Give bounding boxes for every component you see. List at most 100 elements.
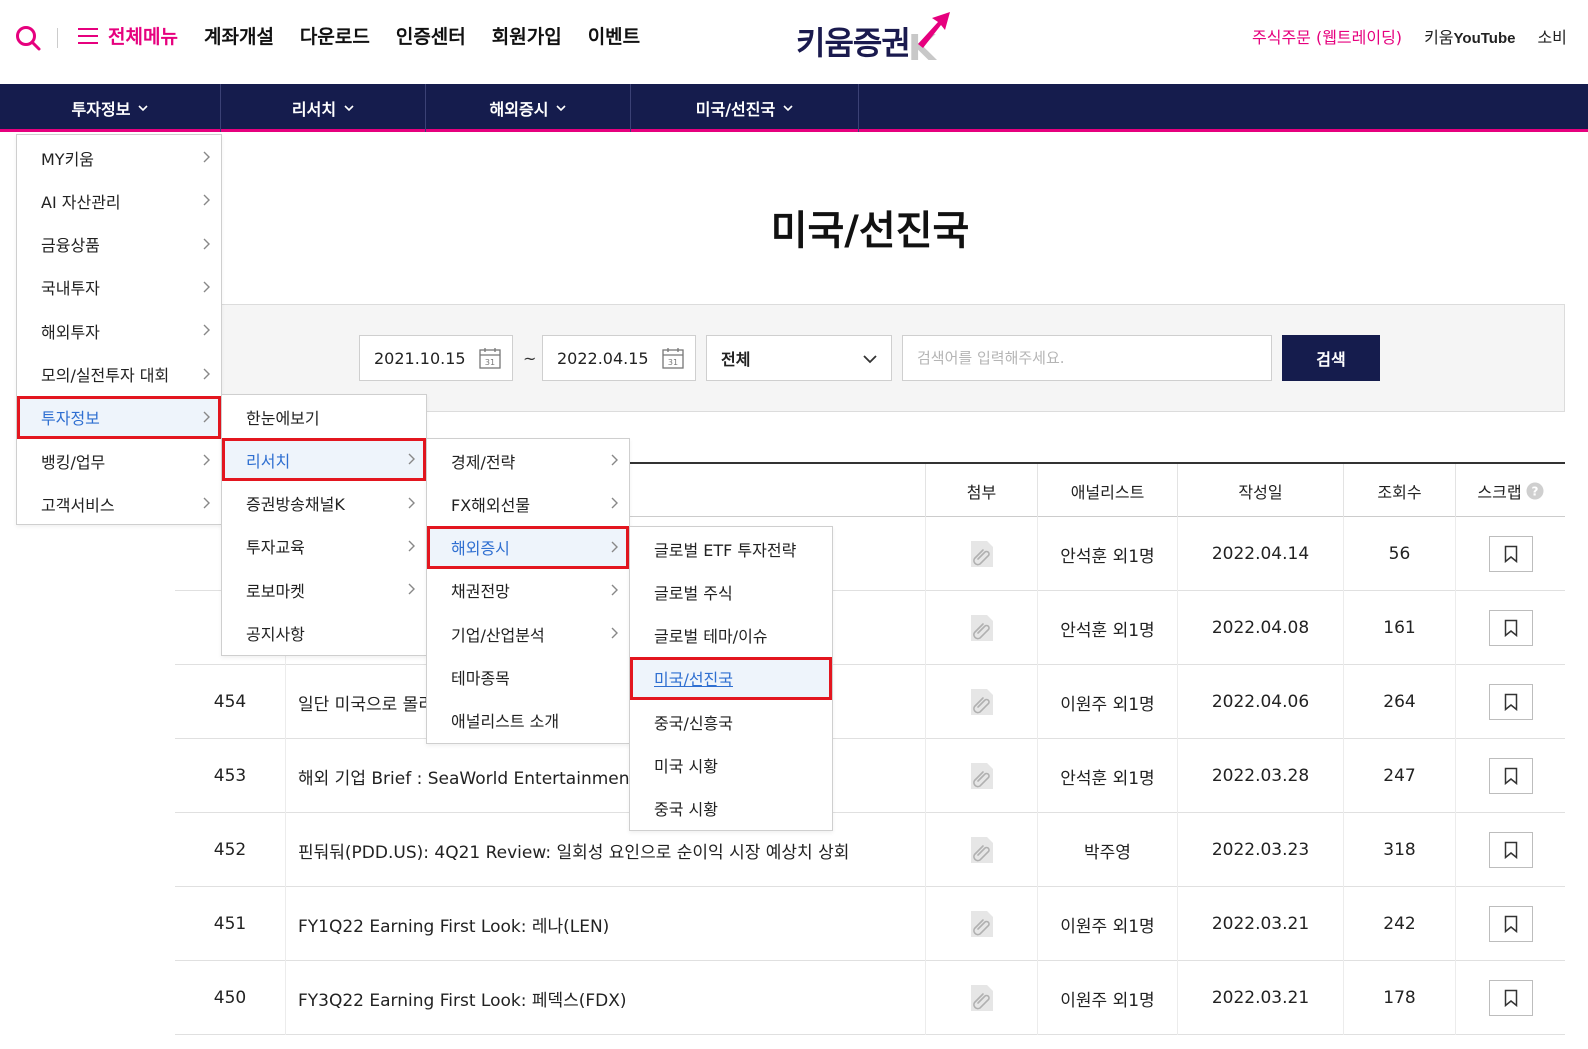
level4-item[interactable]: 글로벌 주식: [630, 570, 832, 613]
calendar-icon[interactable]: 31: [478, 346, 502, 370]
attachment-icon[interactable]: [969, 909, 995, 939]
row-attachment[interactable]: [925, 887, 1037, 961]
level3-item[interactable]: 채권전망: [427, 569, 629, 612]
header-date: 작성일: [1177, 464, 1343, 517]
attachment-icon[interactable]: [969, 835, 995, 865]
level1-item[interactable]: 금융상품: [17, 223, 221, 266]
table-row[interactable]: 452 핀둬둬(PDD.US): 4Q21 Review: 일회성 요인으로 순이…: [175, 813, 1565, 887]
level3-item[interactable]: 해외증시: [427, 525, 629, 569]
web-trading-order-link[interactable]: 주식주문 (웹트레이딩): [1252, 24, 1402, 48]
attachment-icon[interactable]: [969, 761, 995, 791]
level2-item[interactable]: 로보마켓: [222, 568, 426, 611]
gnb-us-developed[interactable]: 미국/선진국: [631, 84, 859, 132]
date-to-field[interactable]: 2022.04.15 31: [542, 335, 696, 381]
row-attachment[interactable]: [925, 665, 1037, 739]
top-link-event[interactable]: 이벤트: [588, 22, 640, 49]
chevron-right-icon: [408, 540, 415, 552]
level1-item[interactable]: 고객서비스: [17, 482, 221, 525]
attachment-icon[interactable]: [969, 539, 995, 569]
chevron-right-icon: [408, 453, 415, 465]
row-title[interactable]: FY3Q22 Earning First Look: 페덱스(FDX): [285, 961, 925, 1035]
gnb-research[interactable]: 리서치: [221, 84, 426, 132]
header-divider: [57, 28, 58, 48]
header-more-link[interactable]: 소비: [1537, 24, 1566, 48]
row-scrap: [1455, 887, 1565, 961]
search-icon[interactable]: [14, 24, 42, 52]
level2-item[interactable]: 공지사항: [222, 612, 426, 655]
search-button[interactable]: 검색: [1282, 335, 1380, 381]
date-from-field[interactable]: 2021.10.15 31: [359, 335, 513, 381]
level2-item[interactable]: 한눈에보기: [222, 395, 426, 438]
scrap-button[interactable]: [1488, 758, 1533, 794]
row-title[interactable]: FY1Q22 Earning First Look: 레나(LEN): [285, 887, 925, 961]
hamburger-icon: [78, 27, 100, 45]
bookmark-icon: [1504, 767, 1517, 785]
menu-item-label: 모의/실전투자 대회: [41, 366, 170, 385]
scrap-button[interactable]: [1488, 906, 1533, 942]
table-row[interactable]: 454 일단 미국으로 몰리 이원주 외1명 2022.04.06 264: [175, 665, 1565, 739]
level1-item[interactable]: AI 자산관리: [17, 179, 221, 222]
search-input[interactable]: [902, 335, 1272, 381]
top-link-download[interactable]: 다운로드: [300, 22, 370, 49]
level3-item[interactable]: 애널리스트 소개: [427, 699, 629, 742]
row-analyst: 안석훈 외1명: [1037, 739, 1177, 813]
level4-item[interactable]: 미국 시황: [630, 744, 832, 787]
chevron-right-icon: [611, 627, 618, 639]
search-category-select[interactable]: 전체: [706, 335, 892, 381]
scrap-button[interactable]: [1488, 610, 1533, 646]
level4-item[interactable]: 글로벌 ETF 투자전략: [630, 527, 832, 570]
level2-item[interactable]: 증권방송채널K: [222, 482, 426, 525]
level2-item[interactable]: 투자교육: [222, 525, 426, 568]
row-views: 242: [1343, 887, 1455, 961]
gnb-invest-info[interactable]: 투자정보: [0, 84, 221, 132]
row-attachment[interactable]: [925, 591, 1037, 665]
gnb-overseas-market[interactable]: 해외증시: [426, 84, 631, 132]
scrap-button[interactable]: [1488, 980, 1533, 1016]
attachment-icon[interactable]: [969, 613, 995, 643]
attachment-icon[interactable]: [969, 983, 995, 1013]
level1-item[interactable]: 투자정보: [17, 395, 221, 439]
level4-item[interactable]: 글로벌 테마/이슈: [630, 614, 832, 657]
level1-item[interactable]: 뱅킹/업무: [17, 439, 221, 482]
level1-item[interactable]: MY키움: [17, 136, 221, 179]
row-number: 453: [213, 766, 247, 786]
row-attachment[interactable]: [925, 813, 1037, 887]
kiwoom-logo[interactable]: 키움증권 K: [796, 10, 956, 69]
level3-item[interactable]: FX해외선물: [427, 482, 629, 525]
level3-item[interactable]: 기업/산업분석: [427, 612, 629, 655]
help-icon[interactable]: ?: [1526, 482, 1544, 500]
row-scrap: [1455, 517, 1565, 591]
attachment-icon[interactable]: [969, 687, 995, 717]
scrap-button[interactable]: [1488, 536, 1533, 572]
row-date: 2022.04.08: [1177, 591, 1343, 665]
level3-item[interactable]: 경제/전략: [427, 439, 629, 482]
kiwoom-youtube-link[interactable]: 키움YouTube: [1424, 24, 1515, 48]
row-scrap: [1455, 961, 1565, 1035]
table-row[interactable]: 451 FY1Q22 Earning First Look: 레나(LEN) 이원주…: [175, 887, 1565, 961]
calendar-day: 31: [485, 358, 495, 367]
scrap-button[interactable]: [1488, 832, 1533, 868]
level4-item[interactable]: 중국 시황: [630, 787, 832, 830]
all-menu-button[interactable]: 전체메뉴: [78, 22, 178, 49]
row-date: 2022.03.21: [1177, 961, 1343, 1035]
level1-item[interactable]: 국내투자: [17, 266, 221, 309]
level1-item[interactable]: 해외투자: [17, 309, 221, 352]
level3-item[interactable]: 테마종목: [427, 656, 629, 699]
calendar-day: 31: [668, 358, 678, 367]
table-row[interactable]: 453 해외 기업 Brief : SeaWorld Entertainment …: [175, 739, 1565, 813]
header-scrap: 스크랩 ?: [1455, 464, 1565, 517]
scrap-button[interactable]: [1488, 684, 1533, 720]
calendar-icon[interactable]: 31: [661, 346, 685, 370]
top-link-cert-center[interactable]: 인증센터: [396, 22, 466, 49]
level1-item[interactable]: 모의/실전투자 대회: [17, 353, 221, 396]
level2-item[interactable]: 리서치: [222, 438, 426, 482]
top-link-account-open[interactable]: 계좌개설: [204, 22, 274, 49]
level4-item[interactable]: 미국/선진국: [630, 656, 832, 700]
chevron-right-icon: [611, 454, 618, 466]
row-attachment[interactable]: [925, 739, 1037, 813]
row-attachment[interactable]: [925, 517, 1037, 591]
table-row[interactable]: 450 FY3Q22 Earning First Look: 페덱스(FDX) 이원…: [175, 961, 1565, 1035]
top-link-signup[interactable]: 회원가입: [492, 22, 562, 49]
row-attachment[interactable]: [925, 961, 1037, 1035]
level4-item[interactable]: 중국/신흥국: [630, 700, 832, 743]
